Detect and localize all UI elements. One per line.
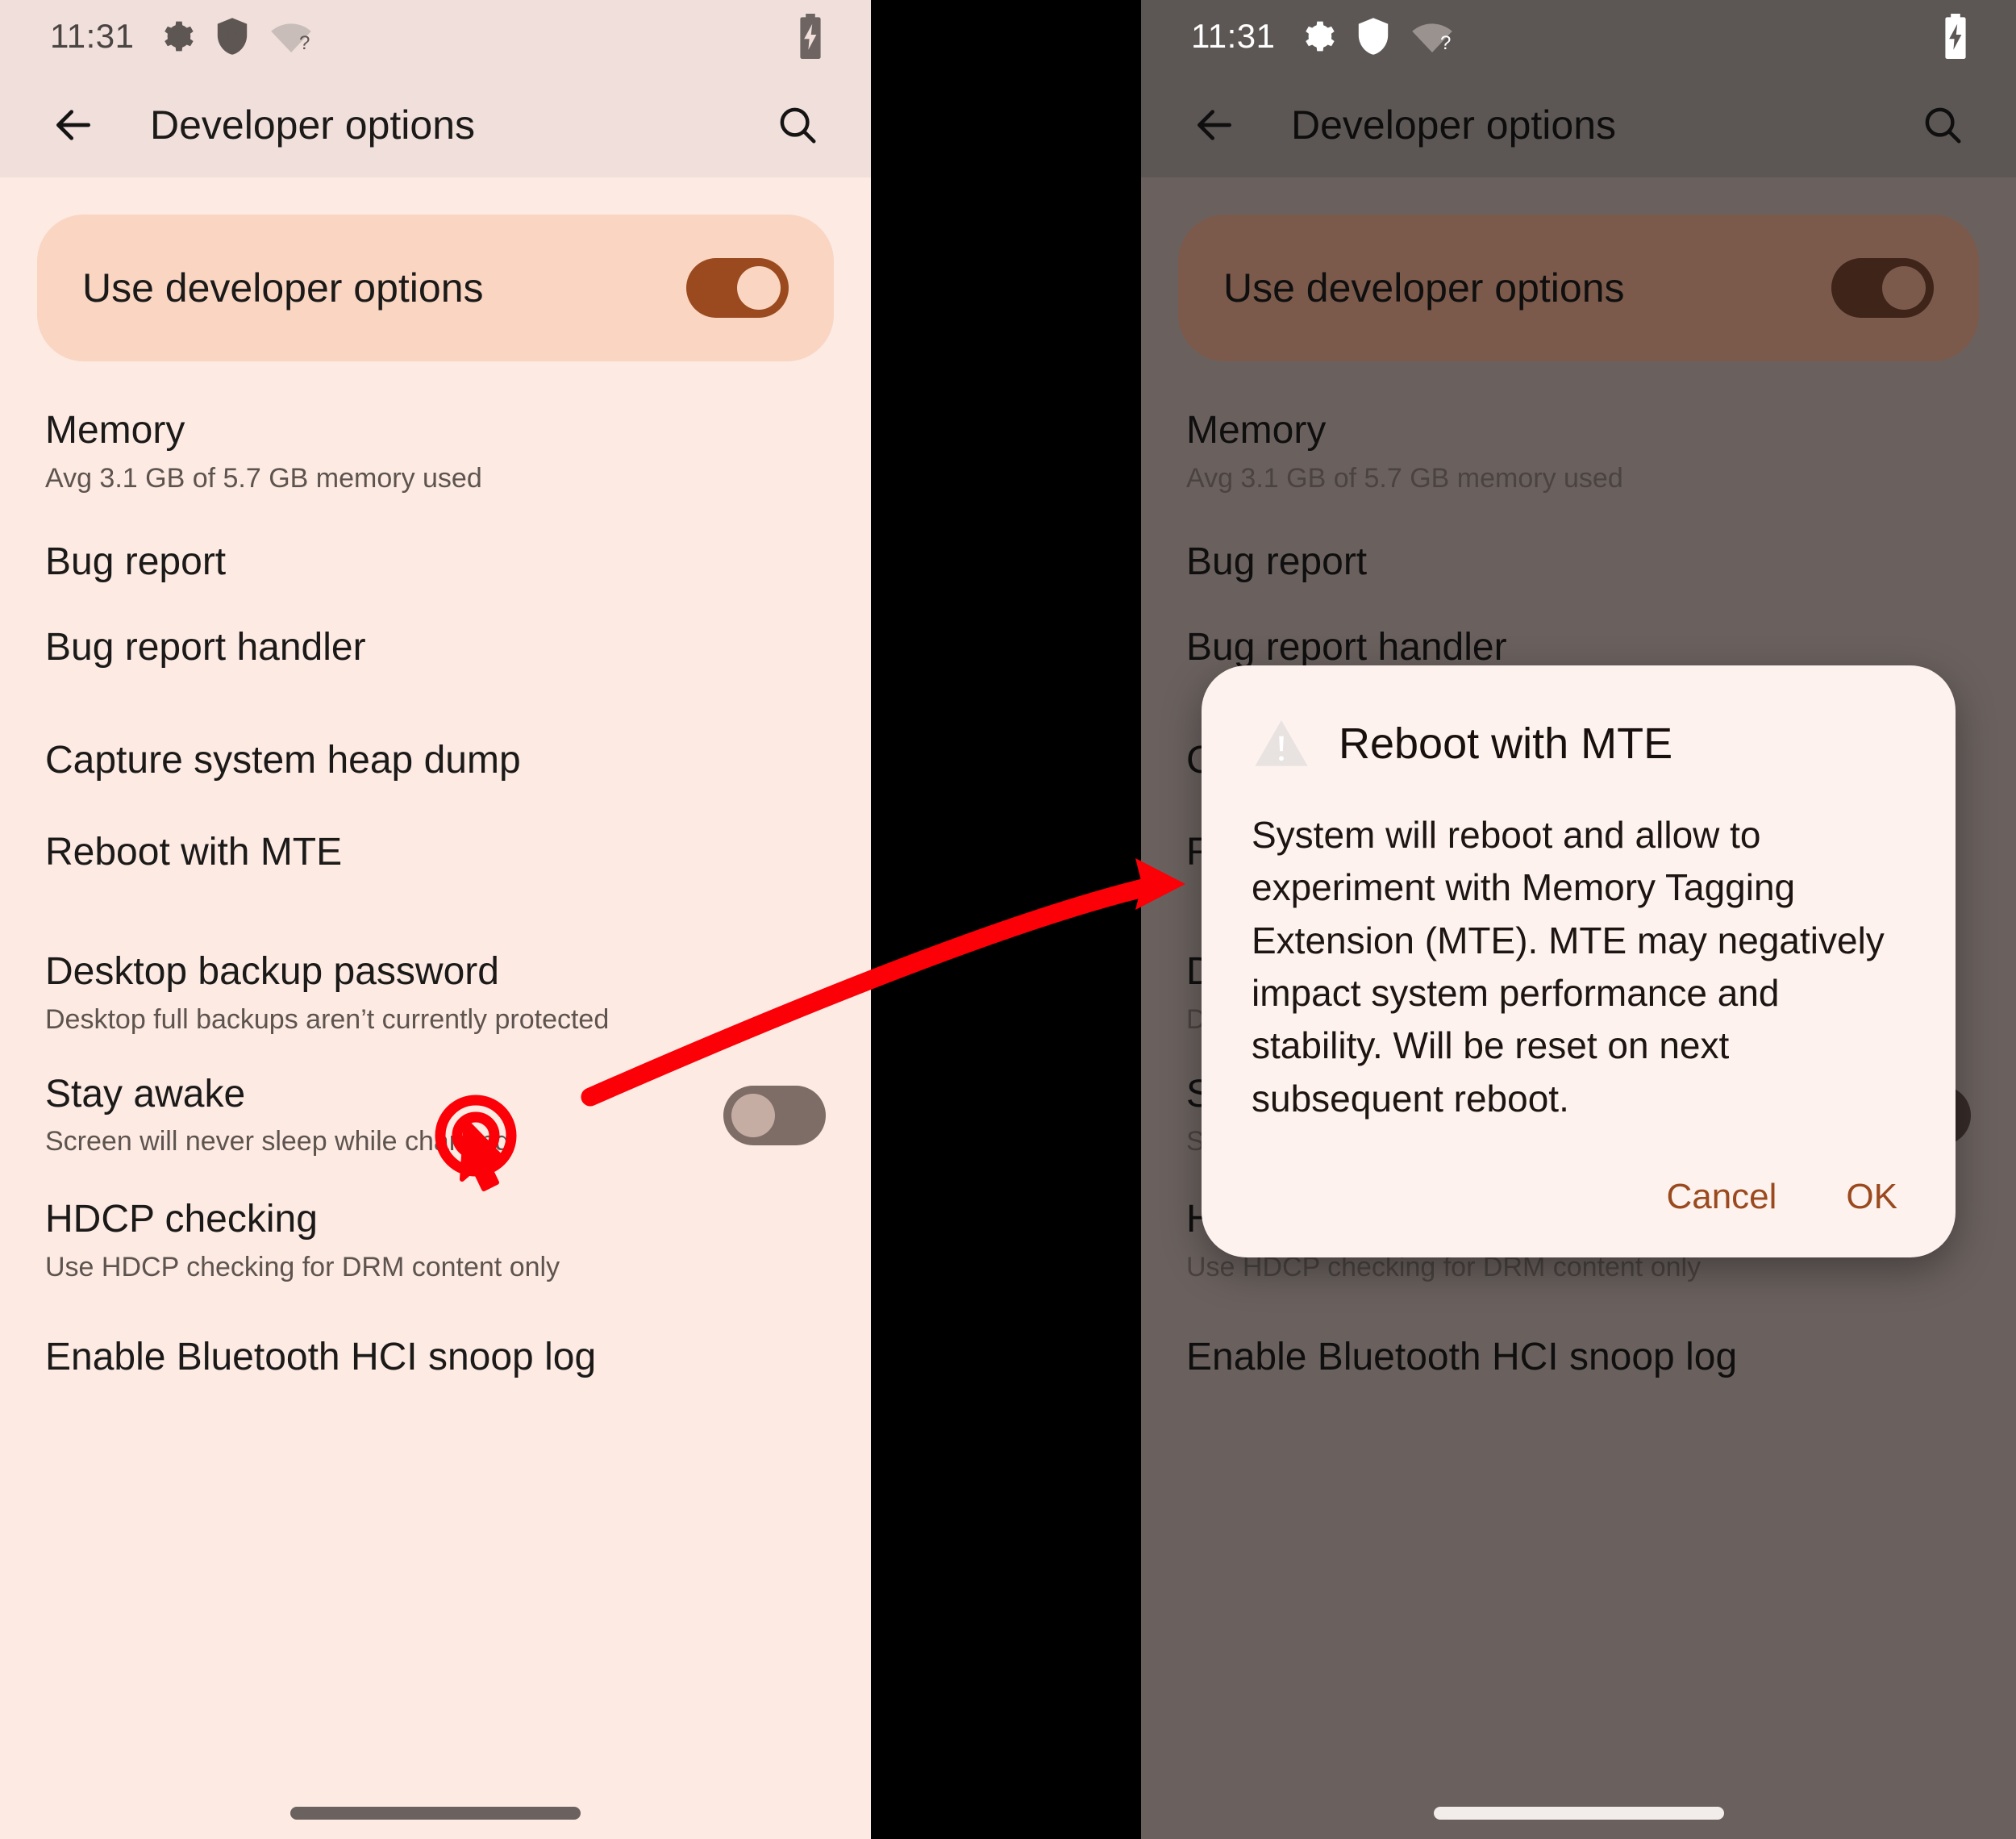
row-memory[interactable]: Memory Avg 3.1 GB of 5.7 GB memory used <box>1141 408 2016 494</box>
warning-triangle-icon <box>1255 720 1308 766</box>
wifi-question-icon: ? <box>270 23 311 54</box>
screenshot-stage: 11:31 ? Developer options Use developer … <box>0 0 2016 1839</box>
battery-charging-icon <box>800 14 821 59</box>
row-bug-report[interactable]: Bug report <box>1141 523 2016 601</box>
row-title: Enable Bluetooth HCI snoop log <box>1186 1336 1738 1379</box>
gesture-nav-handle[interactable] <box>290 1807 581 1820</box>
row-hdcp-checking[interactable]: HDCP checking Use HDCP checking for DRM … <box>0 1197 871 1283</box>
settings-list: Use developer options Memory Avg 3.1 GB … <box>0 215 871 1397</box>
row-title: Stay awake <box>45 1072 246 1115</box>
status-bar: 11:31 ? <box>0 0 871 73</box>
back-button[interactable] <box>1186 97 1243 153</box>
row-title: HDCP checking <box>45 1198 318 1241</box>
gear-icon <box>164 21 194 52</box>
status-clock: 11:31 <box>50 17 135 55</box>
status-icons: ? <box>1300 17 1453 56</box>
search-button[interactable] <box>1914 97 1971 153</box>
gear-icon <box>1305 21 1335 52</box>
reboot-with-mte-dialog: Reboot with MTE System will reboot and a… <box>1202 665 1956 1257</box>
wifi-question-icon: ? <box>1411 23 1452 54</box>
row-subtitle: Desktop full backups aren’t currently pr… <box>45 1004 610 1036</box>
row-title: Bug report <box>1186 540 1368 584</box>
toggle-knob <box>731 1093 775 1137</box>
row-reboot-with-mte[interactable]: Reboot with MTE <box>0 814 871 891</box>
row-stay-awake[interactable]: Stay awake Screen will never sleep while… <box>0 1072 871 1158</box>
use-developer-options-toggle[interactable] <box>686 258 789 318</box>
dialog-title: Reboot with MTE <box>1339 719 1673 768</box>
use-developer-options-toggle[interactable] <box>1831 258 1934 318</box>
phone-screen-before: 11:31 ? Developer options Use developer … <box>0 0 871 1839</box>
use-developer-options-card[interactable]: Use developer options <box>1178 215 1979 361</box>
shield-play-icon <box>217 18 247 55</box>
row-enable-bluetooth-hci-snoop-log[interactable]: Enable Bluetooth HCI snoop log <box>1141 1320 2016 1397</box>
row-title: Desktop backup password <box>45 950 499 994</box>
row-capture-system-heap-dump[interactable]: Capture system heap dump <box>0 722 871 799</box>
battery-charging-icon <box>1945 14 1966 59</box>
page-title: Developer options <box>1291 102 1617 148</box>
status-icons: ? <box>159 17 312 56</box>
row-title: Bug report <box>45 540 227 584</box>
toggle-knob <box>737 266 781 310</box>
row-subtitle: Avg 3.1 GB of 5.7 GB memory used <box>45 462 482 494</box>
row-enable-bluetooth-hci-snoop-log[interactable]: Enable Bluetooth HCI snoop log <box>0 1320 871 1397</box>
row-title: Capture system heap dump <box>45 739 521 782</box>
cancel-button[interactable]: Cancel <box>1658 1166 1785 1228</box>
row-memory[interactable]: Memory Avg 3.1 GB of 5.7 GB memory used <box>0 408 871 494</box>
search-icon <box>780 107 816 144</box>
row-title: Bug report handler <box>1186 626 1507 669</box>
status-bar: 11:31 ? <box>1141 0 2016 73</box>
row-subtitle: Use HDCP checking for DRM content only <box>45 1251 560 1282</box>
back-button[interactable] <box>45 97 102 153</box>
gesture-nav-handle[interactable] <box>1433 1807 1724 1820</box>
dialog-body: System will reboot and allow to experime… <box>1252 814 1885 1120</box>
status-clock: 11:31 <box>1191 17 1276 55</box>
arrow-left-icon <box>56 110 90 140</box>
ok-button[interactable]: OK <box>1838 1166 1906 1228</box>
app-bar: Developer options <box>0 73 871 177</box>
shield-play-icon <box>1358 18 1388 55</box>
stay-awake-toggle[interactable] <box>723 1085 826 1145</box>
page-title: Developer options <box>150 102 476 148</box>
use-developer-options-card[interactable]: Use developer options <box>37 215 834 361</box>
row-desktop-backup-password[interactable]: Desktop backup password Desktop full bac… <box>0 949 871 1036</box>
row-subtitle: Avg 3.1 GB of 5.7 GB memory used <box>1186 462 1623 494</box>
row-title: Enable Bluetooth HCI snoop log <box>45 1336 597 1379</box>
row-title: Bug report handler <box>45 626 366 669</box>
row-title: Reboot with MTE <box>45 831 343 874</box>
app-bar: Developer options <box>1141 73 2016 177</box>
svg-text:?: ? <box>299 32 310 54</box>
arrow-left-icon <box>1198 110 1231 140</box>
dialog-actions: Cancel OK <box>1252 1166 1906 1228</box>
search-button[interactable] <box>769 97 826 153</box>
dialog-header: Reboot with MTE <box>1252 714 1906 774</box>
svg-text:?: ? <box>1440 32 1451 54</box>
toggle-knob <box>1882 266 1926 310</box>
hero-label: Use developer options <box>82 265 484 311</box>
row-bug-report-handler[interactable]: Bug report handler <box>0 609 871 686</box>
row-subtitle: Screen will never sleep while charging <box>45 1126 510 1157</box>
row-bug-report[interactable]: Bug report <box>0 523 871 601</box>
row-title: Memory <box>1186 409 1327 452</box>
search-icon <box>1925 107 1961 144</box>
row-title: Memory <box>45 409 185 452</box>
hero-label: Use developer options <box>1223 265 1625 311</box>
